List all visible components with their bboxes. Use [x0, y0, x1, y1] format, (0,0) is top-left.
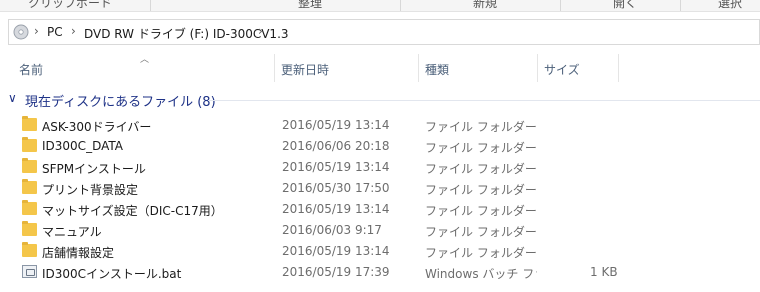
- ribbon-separator: [150, 0, 151, 11]
- file-name: ID300C_DATA: [42, 139, 123, 153]
- column-divider[interactable]: [418, 54, 419, 82]
- file-modified-date: 2016/05/19 13:14: [282, 160, 390, 174]
- column-header-name[interactable]: 名前: [19, 61, 43, 78]
- file-type: ファイル フォルダー: [425, 120, 537, 134]
- folder-icon: [22, 179, 37, 194]
- file-modified-date: 2016/05/19 17:39: [282, 265, 390, 279]
- column-headers: ︿ 名前 更新日時 種類 サイズ: [0, 54, 760, 82]
- breadcrumb-chevron-icon[interactable]: ›: [258, 24, 263, 38]
- file-row[interactable]: ID300Cインストール.bat 2016/05/19 17:39 Windows …: [0, 262, 760, 283]
- sort-ascending-icon: ︿: [140, 55, 150, 65]
- file-name: SFPMインストール: [42, 162, 146, 176]
- file-type: ファイル フォルダー: [425, 225, 537, 239]
- group-header[interactable]: ∨ 現在ディスクにあるファイル (8): [8, 89, 760, 110]
- column-divider[interactable]: [537, 54, 538, 82]
- folder-icon: [22, 116, 37, 131]
- file-name: ASK-300ドライバー: [42, 120, 152, 134]
- group-divider: [208, 100, 760, 101]
- file-modified-date: 2016/05/19 13:14: [282, 244, 390, 258]
- file-row[interactable]: マットサイズ設定（DIC-C17用） 2016/05/19 13:14 ファイル フ…: [0, 199, 760, 220]
- folder-icon: [22, 158, 37, 173]
- file-type: ファイル フォルダー: [425, 162, 537, 176]
- address-bar[interactable]: › PC › DVD RW ドライブ (F:) ID-300CV1.3 ›: [8, 19, 760, 45]
- file-type: ファイル フォルダー: [425, 246, 537, 260]
- file-name: マットサイズ設定（DIC-C17用）: [42, 204, 223, 218]
- column-header-type[interactable]: 種類: [425, 61, 449, 78]
- column-divider[interactable]: [618, 54, 619, 82]
- ribbon-group-labels: クリップボード 整理 新規 開く 選択: [0, 0, 760, 12]
- file-name: プリント背景設定: [42, 183, 139, 197]
- file-row[interactable]: マニュアル 2016/06/03 9:17 ファイル フォルダー: [0, 220, 760, 241]
- ribbon-label-select: 選択: [718, 0, 743, 10]
- batch-file-icon: [22, 265, 37, 278]
- folder-icon: [22, 200, 37, 215]
- column-divider[interactable]: [274, 54, 275, 82]
- ribbon-label-clipboard: クリップボード: [28, 0, 113, 10]
- column-header-date[interactable]: 更新日時: [281, 61, 329, 78]
- cd-drive-icon: [13, 24, 29, 40]
- file-row[interactable]: 店舗情報設定 2016/05/19 13:14 ファイル フォルダー: [0, 241, 760, 262]
- file-modified-date: 2016/06/03 9:17: [282, 223, 382, 237]
- file-size: 1 KB: [590, 265, 618, 279]
- ribbon-separator: [400, 0, 401, 11]
- breadcrumb-chevron-icon[interactable]: ›: [71, 24, 76, 38]
- file-row[interactable]: プリント背景設定 2016/05/30 17:50 ファイル フォルダー: [0, 178, 760, 199]
- ribbon-separator: [680, 0, 681, 11]
- ribbon-separator: [560, 0, 561, 11]
- file-type: Windows バッチ ファイル: [425, 267, 537, 281]
- breadcrumb-pc[interactable]: PC: [47, 25, 63, 39]
- file-name: マニュアル: [42, 225, 102, 239]
- folder-icon: [22, 137, 37, 152]
- file-modified-date: 2016/05/19 13:14: [282, 118, 390, 132]
- group-title: 現在ディスクにあるファイル (8): [25, 95, 216, 110]
- file-type: ファイル フォルダー: [425, 183, 537, 197]
- breadcrumb-chevron-icon[interactable]: ›: [34, 24, 39, 38]
- file-row[interactable]: SFPMインストール 2016/05/19 13:14 ファイル フォルダー: [0, 157, 760, 178]
- ribbon-label-organize: 整理: [298, 0, 323, 10]
- file-modified-date: 2016/05/30 17:50: [282, 181, 390, 195]
- ribbon-label-open: 開く: [613, 0, 638, 10]
- file-name: ID300Cインストール.bat: [42, 267, 182, 281]
- file-type: ファイル フォルダー: [425, 141, 537, 155]
- file-modified-date: 2016/05/19 13:14: [282, 202, 390, 216]
- column-header-size[interactable]: サイズ: [544, 61, 580, 78]
- folder-icon: [22, 242, 37, 257]
- file-modified-date: 2016/06/06 20:18: [282, 139, 390, 153]
- chevron-down-icon[interactable]: ∨: [8, 91, 17, 105]
- ribbon-label-new: 新規: [473, 0, 498, 10]
- file-row[interactable]: ID300C_DATA 2016/06/06 20:18 ファイル フォルダー: [0, 136, 760, 157]
- file-row[interactable]: ASK-300ドライバー 2016/05/19 13:14 ファイル フォルダー: [0, 115, 760, 136]
- file-type: ファイル フォルダー: [425, 204, 537, 218]
- file-name: 店舗情報設定: [42, 246, 115, 260]
- folder-icon: [22, 221, 37, 236]
